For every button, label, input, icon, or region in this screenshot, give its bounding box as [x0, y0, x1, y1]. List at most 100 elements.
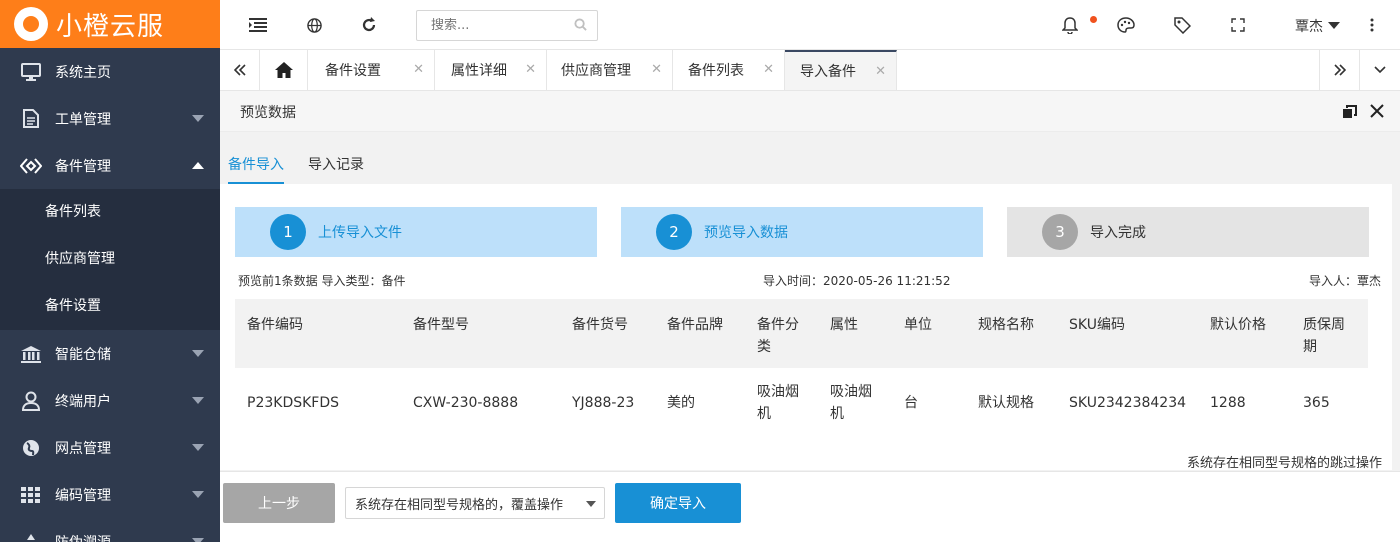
- home-icon: [274, 62, 293, 78]
- close-icon[interactable]: [1370, 104, 1384, 122]
- importer: 导入人：覃杰: [1308, 274, 1381, 288]
- chevron-down-icon: [192, 444, 204, 451]
- sidebar-item-label: 防伪溯源: [55, 532, 111, 542]
- chevron-down-icon: [192, 115, 204, 122]
- page-title: 预览数据: [240, 105, 296, 121]
- column-header: 备件分类: [745, 299, 818, 368]
- subtab-import-records[interactable]: 导入记录: [308, 154, 364, 182]
- sidebar-subitem-parts-list[interactable]: 备件列表: [0, 189, 220, 236]
- tag-icon[interactable]: [1171, 14, 1193, 36]
- chevron-up-icon: [192, 162, 204, 169]
- grid-icon: [20, 484, 42, 506]
- refresh-icon[interactable]: [358, 14, 380, 36]
- sidebar-menu: 系统主页 工单管理 备件管理 备件列表 供应商管理 备件设置 智能仓储 终端用户…: [0, 48, 220, 542]
- search-icon[interactable]: [574, 18, 587, 35]
- column-header: 备件型号: [401, 299, 560, 368]
- close-icon[interactable]: ✕: [875, 64, 886, 79]
- chevron-down-icon: [192, 397, 204, 404]
- column-header: 单位: [892, 299, 966, 368]
- sidebar-item-coding[interactable]: 编码管理: [0, 471, 220, 518]
- sidebar-item-warehouse[interactable]: 智能仓储: [0, 330, 220, 377]
- more-icon[interactable]: [1361, 14, 1383, 36]
- close-icon[interactable]: ✕: [525, 62, 536, 77]
- preview-table: 备件编码 备件型号 备件货号 备件品牌 备件分类 属性 单位 规格名称 SKU编…: [235, 299, 1368, 438]
- document-icon: [20, 108, 42, 130]
- prev-step-button[interactable]: 上一步: [223, 483, 335, 523]
- close-icon[interactable]: ✕: [413, 62, 424, 77]
- chevron-down-icon: [586, 501, 596, 507]
- tab-supplier-management[interactable]: 供应商管理 ✕: [547, 50, 673, 90]
- sidebar-item-endusers[interactable]: 终端用户: [0, 377, 220, 424]
- recycle-icon: [20, 531, 42, 542]
- subtab-parts-import[interactable]: 备件导入: [228, 154, 284, 184]
- step-label: 预览导入数据: [704, 225, 788, 241]
- chevron-down-icon[interactable]: [1328, 22, 1340, 29]
- duplicate-handling-select[interactable]: 系统存在相同型号规格的，覆盖操作: [345, 487, 605, 519]
- chevron-down-icon: [192, 350, 204, 357]
- table-header-row: 备件编码 备件型号 备件货号 备件品牌 备件分类 属性 单位 规格名称 SKU编…: [235, 299, 1368, 368]
- sidebar-subitem-suppliers[interactable]: 供应商管理: [0, 236, 220, 283]
- step-number: 3: [1042, 214, 1078, 250]
- confirm-import-button[interactable]: 确定导入: [615, 483, 741, 523]
- sidebar-subitem-parts-settings[interactable]: 备件设置: [0, 283, 220, 330]
- sidebar-item-workorders[interactable]: 工单管理: [0, 95, 220, 142]
- column-header: 质保周期: [1291, 299, 1368, 368]
- restore-window-icon[interactable]: [1343, 105, 1357, 123]
- column-header: 备件品牌: [655, 299, 745, 368]
- app-name: 小橙云服: [56, 11, 165, 42]
- tabs-scroll-left-button[interactable]: [220, 50, 260, 90]
- import-time: 导入时间：2020-05-26 11:21:52: [763, 274, 951, 288]
- fullscreen-icon[interactable]: [1227, 14, 1249, 36]
- sidebar-item-parts[interactable]: 备件管理: [0, 142, 220, 189]
- globe-icon[interactable]: [303, 14, 325, 36]
- tab-home[interactable]: [260, 50, 308, 90]
- table-cell: 默认规格: [978, 395, 1034, 411]
- table-cell: 台: [904, 395, 918, 411]
- sidebar-item-outlets[interactable]: 网点管理: [0, 424, 220, 471]
- tabs-scroll-right-button[interactable]: [1319, 50, 1360, 90]
- warehouse-icon: [20, 343, 42, 365]
- bell-icon[interactable]: [1059, 14, 1081, 36]
- table-cell: SKU2342384234: [1069, 395, 1187, 411]
- sub-tabs: 备件导入 导入记录: [220, 132, 1400, 184]
- sidebar-item-anticounterfeit[interactable]: 防伪溯源: [0, 518, 220, 542]
- search-input[interactable]: [431, 18, 571, 33]
- tab-label: 导入备件: [800, 64, 856, 80]
- tabs-menu-button[interactable]: [1360, 50, 1400, 90]
- tab-attribute-detail[interactable]: 属性详细 ✕: [435, 50, 547, 90]
- search-box[interactable]: [416, 10, 598, 41]
- app-logo[interactable]: 小橙云服: [0, 0, 220, 48]
- tab-import-parts[interactable]: 导入备件 ✕: [785, 50, 897, 90]
- chevron-down-icon: [192, 538, 204, 542]
- sidebar-item-label: 系统主页: [55, 64, 111, 81]
- sidebar-submenu: 备件列表 供应商管理 备件设置: [0, 189, 220, 330]
- table-row: P23KDSKFDS CXW-230-8888 YJ888-23 美的 吸油烟机…: [235, 368, 1368, 438]
- logo-mark-icon: [14, 7, 48, 41]
- sidebar-item-home[interactable]: 系统主页: [0, 48, 220, 95]
- step-label: 上传导入文件: [318, 225, 402, 241]
- table-cell: 365: [1303, 395, 1330, 411]
- tab-parts-list[interactable]: 备件列表 ✕: [673, 50, 785, 90]
- sidebar-item-label: 网点管理: [55, 440, 111, 457]
- notification-dot: [1090, 16, 1097, 23]
- step-complete: 3 导入完成: [1007, 207, 1369, 257]
- top-bar: 覃杰: [220, 0, 1400, 50]
- tab-parts-settings[interactable]: 备件设置 ✕: [308, 50, 435, 90]
- table-cell: 美的: [667, 395, 695, 411]
- palette-icon[interactable]: [1115, 14, 1137, 36]
- chevron-down-icon: [1374, 66, 1386, 74]
- sidebar-item-label: 智能仓储: [55, 346, 111, 363]
- user-name[interactable]: 覃杰: [1295, 16, 1323, 36]
- tab-label: 属性详细: [451, 63, 507, 79]
- sidebar-item-label: 工单管理: [55, 111, 111, 128]
- close-icon[interactable]: ✕: [651, 62, 662, 77]
- sidebar-item-label: 备件管理: [55, 158, 111, 175]
- column-header: SKU编码: [1057, 299, 1199, 368]
- user-icon: [20, 390, 42, 412]
- close-icon[interactable]: ✕: [763, 62, 774, 77]
- column-header: 规格名称: [966, 299, 1057, 368]
- column-header: 备件货号: [560, 299, 655, 368]
- page-header: 预览数据: [220, 91, 1400, 132]
- menu-toggle-icon[interactable]: [247, 14, 269, 36]
- chevron-down-icon: [192, 491, 204, 498]
